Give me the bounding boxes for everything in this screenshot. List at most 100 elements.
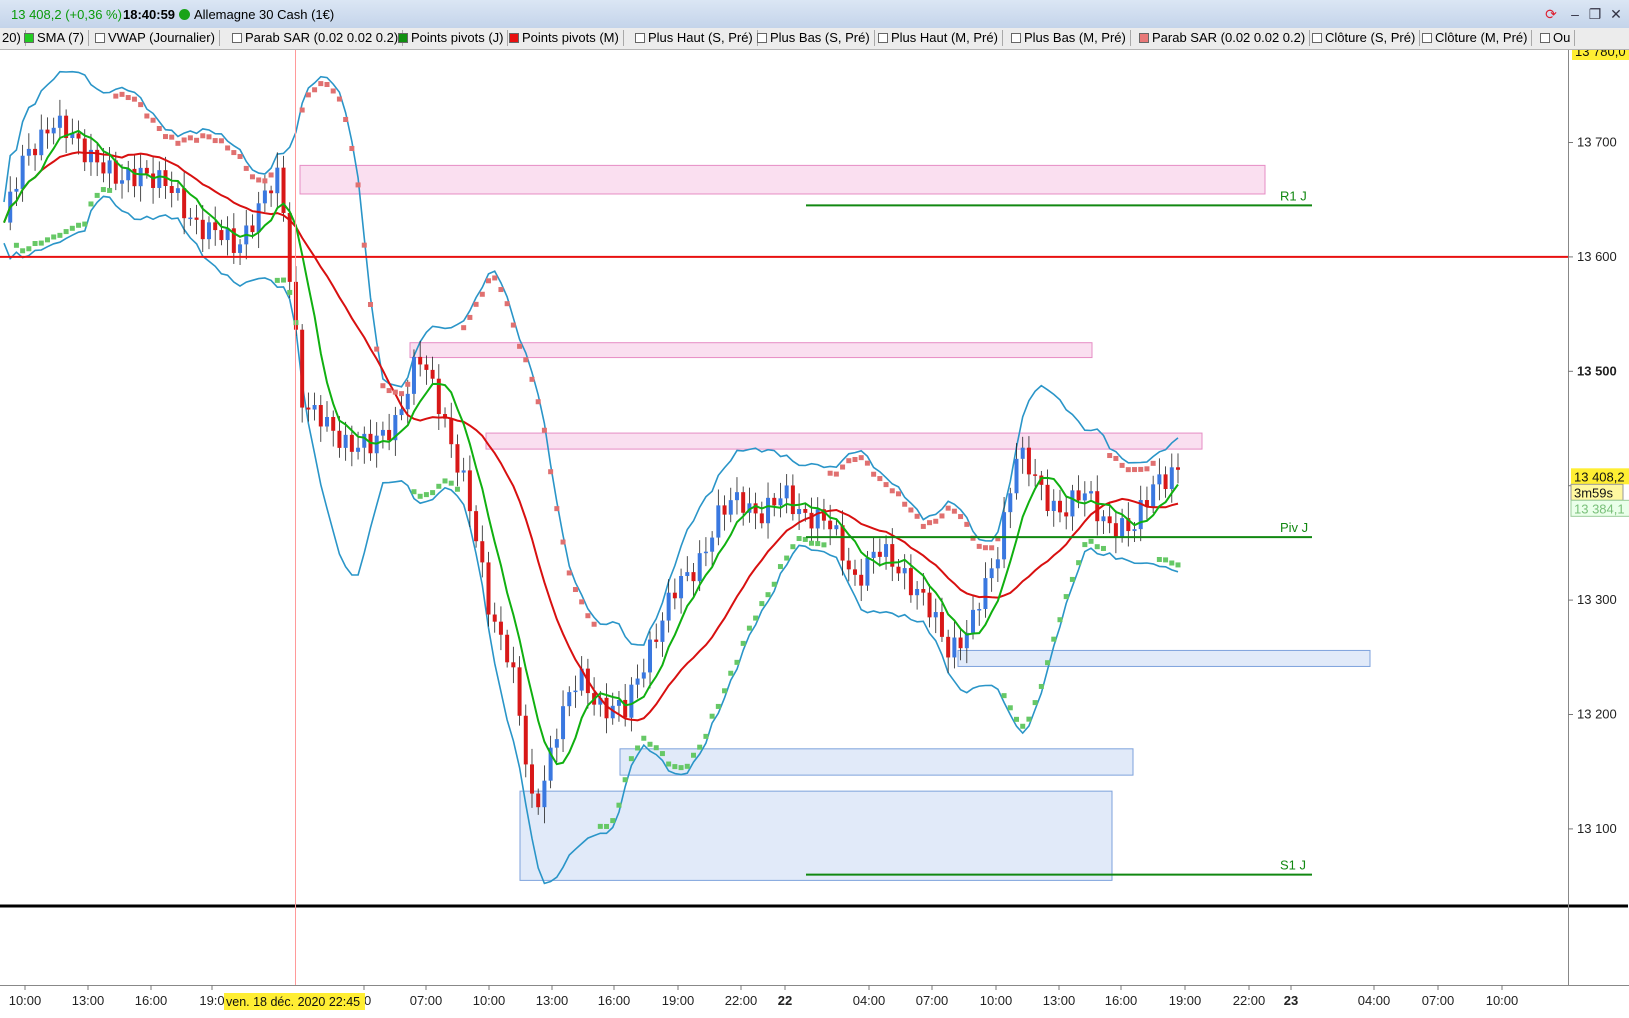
sar-dot	[1088, 538, 1094, 544]
sar-dot	[20, 248, 26, 254]
candle	[362, 433, 367, 448]
sar-dot	[641, 735, 647, 741]
candle	[759, 513, 764, 524]
x-tick-label: 16:00	[135, 993, 168, 1008]
indicator-label: Plus Haut (M, Pré)	[891, 30, 998, 45]
indicator-item[interactable]: Clôture (S, Pré)	[1310, 30, 1421, 46]
price-chart[interactable]: R1 JPiv JS1 J 13 70013 60013 50013 40013…	[0, 43, 1629, 1018]
sar-dot	[1169, 560, 1175, 566]
indicator-swatch-icon[interactable]	[878, 33, 888, 43]
indicator-swatch-icon[interactable]	[757, 33, 767, 43]
candle	[685, 572, 690, 576]
sar-dot	[486, 278, 492, 284]
sar-dot	[852, 456, 858, 462]
indicator-swatch-icon[interactable]	[398, 33, 408, 43]
indicator-swatch-icon[interactable]	[232, 33, 242, 43]
candle	[672, 592, 677, 599]
indicator-item[interactable]: Points pivots (J)	[396, 30, 509, 46]
indicator-swatch-icon[interactable]	[1312, 33, 1322, 43]
sar-dot	[1032, 700, 1038, 706]
indicator-item[interactable]: Points pivots (M)	[507, 30, 624, 46]
indicator-item[interactable]: Plus Bas (S, Pré)	[755, 30, 875, 46]
sar-dot	[964, 521, 970, 527]
top-price-label: 13 780,0	[1575, 50, 1626, 59]
indicator-swatch-icon[interactable]	[95, 33, 105, 43]
indicator-swatch-icon[interactable]	[1011, 33, 1021, 43]
candle	[529, 764, 534, 794]
sar-dot	[63, 229, 69, 235]
indicator-label: Plus Bas (M, Pré)	[1024, 30, 1126, 45]
candle	[629, 684, 634, 718]
indicator-item[interactable]: Plus Haut (S, Pré)	[633, 30, 758, 46]
candle	[411, 356, 416, 394]
sar-dot	[635, 745, 641, 751]
indicator-item[interactable]: Plus Bas (M, Pré)	[1009, 30, 1131, 46]
indicator-swatch-icon[interactable]	[635, 33, 645, 43]
indicator-item[interactable]: Ou	[1538, 30, 1576, 46]
candle	[51, 127, 56, 134]
indicator-item[interactable]: VWAP (Journalier)	[93, 30, 220, 46]
indicator-swatch-icon[interactable]	[1139, 33, 1149, 43]
candle	[828, 520, 833, 530]
candle	[343, 434, 348, 448]
sar-dot	[1045, 660, 1051, 666]
indicator-swatch-icon[interactable]	[509, 33, 519, 43]
sar-dot	[1001, 693, 1007, 699]
sar-dot	[1132, 467, 1138, 473]
sar-dot	[1076, 560, 1082, 566]
candle	[803, 508, 808, 513]
sar-dot	[1100, 545, 1106, 551]
sar-dot	[44, 237, 50, 243]
sar-dot	[1051, 636, 1057, 642]
sar-dot	[697, 744, 703, 750]
restore-button[interactable]: ❐	[1585, 5, 1605, 23]
close-button[interactable]: ✕	[1606, 5, 1626, 23]
indicator-item[interactable]: Clôture (M, Pré)	[1420, 30, 1533, 46]
x-tick-label: 16:00	[598, 993, 631, 1008]
sar-dot	[728, 670, 734, 676]
sar-dot	[119, 91, 125, 97]
sar-dot	[57, 232, 63, 238]
sar-dot	[790, 544, 796, 550]
x-tick-label: 22:00	[725, 993, 758, 1008]
indicator-swatch-icon[interactable]	[1422, 33, 1432, 43]
candle	[188, 217, 193, 220]
x-tick-label: 10:00	[980, 993, 1013, 1008]
sar-dot	[125, 95, 131, 101]
indicator-swatch-icon[interactable]	[1540, 33, 1550, 43]
indicator-item[interactable]: Parab SAR (0.02 0.02 0.2)	[230, 30, 404, 46]
candle	[88, 149, 93, 163]
refresh-icon[interactable]: ⟳	[1541, 5, 1561, 23]
x-tick-label: 10:00	[9, 993, 42, 1008]
sar-dot	[809, 540, 815, 546]
sar-dot	[591, 621, 597, 627]
sar-dot	[548, 469, 554, 475]
x-tick-label: 10:00	[1486, 993, 1519, 1008]
candle	[76, 133, 81, 139]
sar-dot	[82, 221, 88, 227]
candle	[26, 148, 31, 156]
sar-dot	[225, 145, 231, 151]
sar-dot	[436, 483, 442, 489]
candle	[995, 559, 1000, 569]
minimize-button[interactable]: –	[1565, 5, 1585, 23]
indicator-item[interactable]: SMA (7)	[22, 30, 89, 46]
indicator-label: VWAP (Journalier)	[108, 30, 215, 45]
sar-dot	[355, 182, 361, 188]
candle	[859, 574, 864, 586]
candle	[778, 498, 783, 506]
candle	[1002, 512, 1007, 560]
sar-dot	[871, 471, 877, 477]
sar-dot	[939, 513, 945, 519]
indicator-swatch-icon[interactable]	[24, 33, 34, 43]
candle	[300, 329, 305, 408]
price-change: 13 408,2 (+0,36 %)	[11, 7, 122, 22]
sar-dot	[827, 470, 833, 476]
sar-dot	[274, 277, 280, 283]
y-tick-label: 13 600	[1577, 249, 1617, 264]
indicator-item[interactable]: Parab SAR (0.02 0.02 0.2)	[1137, 30, 1311, 46]
candle	[138, 167, 143, 187]
indicator-item[interactable]: Plus Haut (M, Pré)	[876, 30, 1003, 46]
candle	[269, 190, 274, 194]
indicator-label: Points pivots (M)	[522, 30, 619, 45]
